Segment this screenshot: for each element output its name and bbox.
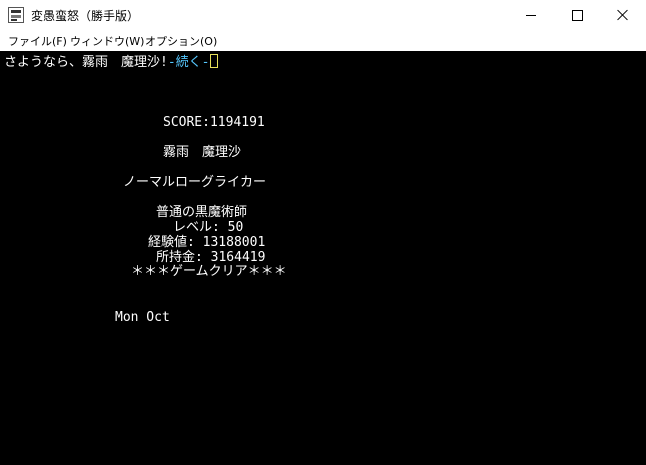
farewell-message: さようなら、霧雨 魔理沙!: [4, 55, 168, 70]
maximize-button[interactable]: [554, 0, 600, 30]
app-icon[interactable]: [8, 7, 24, 23]
menu-file[interactable]: ファイル(F): [8, 33, 67, 49]
date-line: Mon Oct: [115, 310, 170, 325]
menu-window[interactable]: ウィンドウ(W): [70, 33, 144, 49]
game-status: ＊＊＊ゲームクリア＊＊＊: [131, 264, 287, 279]
message-line: さようなら、霧雨 魔理沙!-続く-: [4, 54, 219, 70]
menu-options[interactable]: オプション(O): [145, 33, 217, 49]
close-icon: [617, 9, 629, 21]
maximize-icon: [571, 9, 583, 21]
player-gold: 所持金: 3164419: [156, 250, 266, 265]
score-line: SCORE:1194191: [163, 115, 265, 130]
continue-prompt[interactable]: -続く-: [168, 55, 210, 70]
window-title: 変愚蛮怒（勝手版）: [31, 9, 140, 23]
text-cursor: [210, 54, 219, 68]
player-title: 普通の黒魔術師: [156, 205, 248, 220]
player-name: 霧雨 魔理沙: [163, 145, 242, 160]
close-button[interactable]: [600, 0, 646, 30]
player-level: レベル: 50: [173, 220, 244, 235]
title-bar[interactable]: 変愚蛮怒（勝手版）: [0, 0, 646, 30]
minimize-icon: [526, 14, 536, 16]
game-console[interactable]: さようなら、霧雨 魔理沙!-続く- SCORE:1194191 霧雨 魔理沙 ノ…: [0, 51, 646, 465]
menu-bar: ファイル(F) ウィンドウ(W) オプション(O): [0, 30, 646, 50]
player-race: ノーマルローグライカー: [123, 175, 267, 190]
player-experience: 経験値: 13188001: [148, 235, 266, 250]
minimize-button[interactable]: [508, 0, 554, 30]
